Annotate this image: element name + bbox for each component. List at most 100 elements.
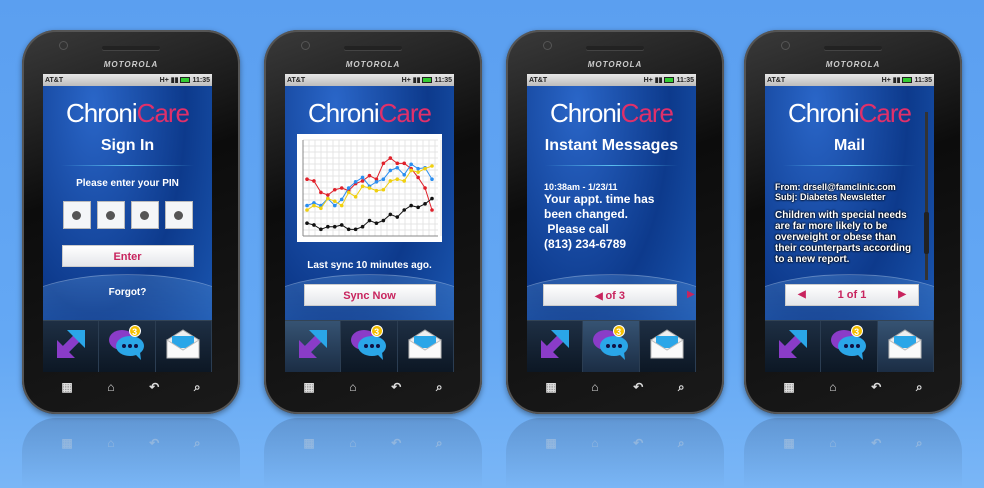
- data-point: [360, 224, 365, 229]
- search-icon[interactable]: ⌕: [194, 380, 201, 395]
- forgot-link[interactable]: Forgot?: [43, 287, 212, 298]
- pin-digit-box[interactable]: [62, 201, 91, 229]
- pager-label: 1 of 1: [837, 289, 867, 301]
- logo-part1: Chroni: [788, 98, 860, 128]
- next-arrow-icon[interactable]: ▶: [687, 289, 695, 300]
- dock-item-chat-bubbles[interactable]: 3: [821, 321, 878, 372]
- screen-mail: AT&T H+ ▮▮ 11:35 ChroniCare Mail From: drsell…: [765, 74, 934, 372]
- back-icon[interactable]: ↶: [391, 380, 401, 395]
- home-icon[interactable]: ⌂: [107, 380, 114, 395]
- home-icon-reflection: ⌂: [107, 436, 115, 450]
- notification-badge: 3: [850, 325, 863, 337]
- dock-item-mail-envelope[interactable]: [640, 321, 696, 372]
- speaker-grille: [824, 46, 882, 50]
- logo-part2: Care: [620, 98, 674, 128]
- app-dock: 3: [43, 320, 212, 372]
- pin-digit-box[interactable]: [164, 201, 193, 229]
- data-point: [430, 196, 434, 201]
- dock-item-sync-arrows[interactable]: [765, 321, 822, 372]
- search-icon-reflection: ⌕: [677, 436, 685, 450]
- data-point: [332, 187, 337, 192]
- pin-input[interactable]: [43, 201, 212, 229]
- dock-item-sync-arrows[interactable]: [43, 321, 100, 372]
- prev-arrow-icon[interactable]: ◀: [798, 284, 806, 306]
- prev-arrow-icon[interactable]: ◀: [595, 291, 605, 302]
- scrollbar-thumb[interactable]: [924, 212, 929, 254]
- menu-grid-icon-reflection: ▦: [783, 436, 795, 450]
- status-icons: H+ ▮▮ 11:35: [882, 76, 932, 84]
- phone-sync: MOTOROLA AT&T H+ ▮▮ 11:35 ChroniCare Last syn…: [264, 30, 482, 414]
- phone-messages: MOTOROLA AT&T H+ ▮▮ 11:35 ChroniCare Instant …: [506, 30, 724, 414]
- data-point: [388, 212, 393, 217]
- data-point: [395, 177, 400, 181]
- network-label: H+: [159, 77, 169, 84]
- mail-from: From: drsell@famclinic.com: [775, 182, 896, 192]
- dock-item-mail-envelope[interactable]: [398, 321, 454, 372]
- mail-envelope-icon: [165, 328, 201, 365]
- data-point: [353, 195, 358, 199]
- back-icon[interactable]: ↶: [633, 380, 643, 395]
- logo-part2: Care: [858, 98, 912, 128]
- screen-sync: AT&T H+ ▮▮ 11:35 ChroniCare Last sync 10 min…: [285, 74, 454, 372]
- menu-grid-icon[interactable]: ▦: [61, 380, 72, 395]
- data-point: [305, 177, 309, 181]
- data-point: [409, 203, 413, 208]
- speaker-grille: [586, 46, 644, 50]
- logo-part2: Care: [378, 98, 432, 128]
- search-icon[interactable]: ⌕: [916, 380, 923, 395]
- search-icon[interactable]: ⌕: [436, 380, 443, 395]
- status-bar: AT&T H+ ▮▮ 11:35: [765, 74, 934, 86]
- carrier-label: AT&T: [45, 76, 64, 84]
- home-icon[interactable]: ⌂: [591, 380, 598, 395]
- home-icon-reflection: ⌂: [829, 436, 837, 450]
- data-point: [423, 186, 427, 190]
- next-arrow-icon[interactable]: ▶: [898, 284, 906, 306]
- data-point: [305, 208, 309, 212]
- data-point: [409, 162, 413, 167]
- dock-item-sync-arrows[interactable]: [285, 321, 342, 372]
- menu-grid-icon[interactable]: ▦: [783, 380, 794, 395]
- back-icon[interactable]: ↶: [149, 380, 159, 395]
- pin-dot: [140, 210, 149, 220]
- sync-now-button[interactable]: Sync Now: [303, 284, 436, 306]
- data-point: [381, 161, 386, 166]
- enter-button[interactable]: Enter: [61, 245, 194, 267]
- dock-item-mail-envelope[interactable]: [877, 321, 934, 372]
- dock-item-mail-envelope[interactable]: [156, 321, 212, 372]
- menu-grid-icon[interactable]: ▦: [545, 380, 556, 395]
- signin-form: Please enter your PIN Enter Forgot?: [43, 178, 212, 298]
- dock-item-chat-bubbles[interactable]: 3: [341, 321, 398, 372]
- dock-item-chat-bubbles[interactable]: 3: [99, 321, 156, 372]
- pin-digit-box[interactable]: [130, 201, 159, 229]
- page-title: Instant Messages: [544, 137, 679, 154]
- battery-icon: [902, 77, 913, 84]
- scrollbar[interactable]: [924, 112, 929, 280]
- data-point: [305, 221, 309, 225]
- home-icon-reflection: ⌂: [349, 436, 357, 450]
- message-pager[interactable]: ◀ of 3: [543, 284, 677, 306]
- dock-item-sync-arrows[interactable]: [527, 321, 584, 372]
- data-point: [409, 168, 413, 173]
- menu-grid-icon[interactable]: ▦: [303, 380, 314, 395]
- home-icon[interactable]: ⌂: [829, 380, 836, 395]
- network-label: H+: [401, 77, 411, 84]
- data-point: [319, 190, 323, 195]
- mail-body: Children with special needs are far more…: [775, 210, 912, 265]
- mail-pager[interactable]: ◀ 1 of 1 ▶: [785, 284, 919, 306]
- search-icon[interactable]: ⌕: [678, 380, 685, 395]
- data-point: [430, 164, 434, 168]
- divider: [545, 165, 678, 166]
- sync-arrows-icon: [295, 326, 331, 367]
- home-icon[interactable]: ⌂: [349, 380, 356, 395]
- back-icon[interactable]: ↶: [871, 380, 881, 395]
- pin-digit-box[interactable]: [96, 201, 125, 229]
- dock-item-chat-bubbles[interactable]: 3: [583, 321, 640, 372]
- data-point: [395, 215, 400, 219]
- data-point: [353, 180, 358, 184]
- app-logo: ChroniCare: [765, 98, 934, 129]
- data-point: [346, 186, 351, 190]
- data-point: [312, 179, 316, 183]
- device-brand: MOTOROLA: [103, 60, 159, 69]
- chat-bubbles-icon: [829, 327, 869, 366]
- data-point: [388, 179, 393, 183]
